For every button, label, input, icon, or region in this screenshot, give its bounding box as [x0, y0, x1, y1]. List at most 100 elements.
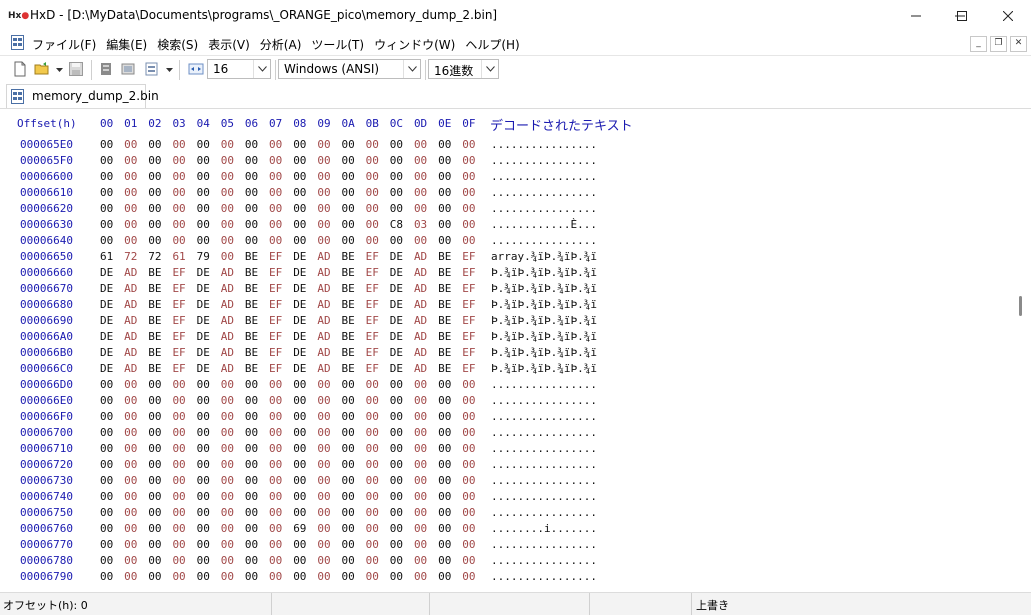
- hex-byte[interactable]: 00: [462, 426, 475, 439]
- decoded-text[interactable]: ............È...: [491, 218, 597, 231]
- hex-byte[interactable]: AD: [221, 282, 234, 295]
- hex-byte[interactable]: 00: [342, 506, 355, 519]
- hex-byte[interactable]: 00: [390, 490, 403, 503]
- hex-byte[interactable]: 03: [414, 218, 427, 231]
- hex-byte[interactable]: 00: [221, 570, 234, 583]
- decoded-text[interactable]: ................: [491, 170, 597, 183]
- hex-byte[interactable]: 00: [124, 538, 137, 551]
- hex-byte[interactable]: AD: [124, 362, 137, 375]
- hex-byte[interactable]: 00: [172, 522, 185, 535]
- new-file-icon[interactable]: [12, 61, 28, 77]
- hex-byte[interactable]: 00: [293, 426, 306, 439]
- hex-byte[interactable]: EF: [269, 282, 282, 295]
- hex-byte[interactable]: 00: [172, 458, 185, 471]
- hex-row[interactable]: 00006730 00 00 00 00 00 00 00 00 00 00 00 00 00 00 00 00…: [0, 474, 1018, 490]
- hex-byte[interactable]: 00: [172, 554, 185, 567]
- hex-byte[interactable]: EF: [269, 314, 282, 327]
- hex-byte[interactable]: 00: [390, 394, 403, 407]
- hex-byte[interactable]: 00: [148, 170, 161, 183]
- hex-row[interactable]: 00006750 00 00 00 00 00 00 00 00 00 00 00 00 00 00 00 00…: [0, 506, 1018, 522]
- hex-byte[interactable]: 00: [197, 202, 210, 215]
- hex-byte[interactable]: EF: [366, 282, 379, 295]
- hex-byte[interactable]: 00: [100, 218, 113, 231]
- hex-byte[interactable]: 00: [414, 170, 427, 183]
- hex-byte[interactable]: 00: [197, 522, 210, 535]
- save-icon[interactable]: [68, 61, 84, 77]
- hex-byte[interactable]: 00: [221, 250, 234, 263]
- hex-byte[interactable]: 00: [197, 186, 210, 199]
- hex-byte[interactable]: 00: [293, 474, 306, 487]
- hex-byte[interactable]: 00: [317, 202, 330, 215]
- hex-byte[interactable]: 00: [293, 538, 306, 551]
- hex-byte[interactable]: DE: [100, 314, 113, 327]
- hex-byte[interactable]: EF: [172, 330, 185, 343]
- hex-byte[interactable]: EF: [462, 250, 475, 263]
- hex-byte[interactable]: 00: [462, 170, 475, 183]
- hex-byte[interactable]: 00: [414, 426, 427, 439]
- hex-byte[interactable]: 00: [438, 522, 451, 535]
- hex-byte[interactable]: 00: [414, 506, 427, 519]
- hex-byte[interactable]: 00: [269, 170, 282, 183]
- hex-byte[interactable]: 00: [366, 474, 379, 487]
- hex-byte[interactable]: 00: [366, 442, 379, 455]
- hex-byte[interactable]: 00: [245, 186, 258, 199]
- hex-byte[interactable]: 00: [221, 138, 234, 151]
- hex-byte[interactable]: DE: [100, 346, 113, 359]
- hex-byte[interactable]: 00: [172, 234, 185, 247]
- hex-byte[interactable]: 00: [414, 234, 427, 247]
- hex-byte[interactable]: 00: [245, 522, 258, 535]
- hex-byte[interactable]: 00: [366, 234, 379, 247]
- hex-byte[interactable]: 00: [317, 138, 330, 151]
- hex-byte[interactable]: BE: [245, 330, 258, 343]
- hex-byte[interactable]: 00: [317, 218, 330, 231]
- hex-byte[interactable]: 00: [269, 154, 282, 167]
- hex-byte[interactable]: 00: [148, 490, 161, 503]
- hex-byte[interactable]: 72: [148, 250, 161, 263]
- hex-row[interactable]: 00006720 00 00 00 00 00 00 00 00 00 00 00 00 00 00 00 00…: [0, 458, 1018, 474]
- hex-byte[interactable]: 00: [245, 554, 258, 567]
- hex-byte[interactable]: 00: [100, 202, 113, 215]
- hex-byte[interactable]: EF: [269, 250, 282, 263]
- hex-byte[interactable]: 00: [269, 554, 282, 567]
- hex-byte[interactable]: 00: [414, 554, 427, 567]
- hex-byte[interactable]: DE: [100, 298, 113, 311]
- hex-byte[interactable]: 00: [342, 394, 355, 407]
- hex-byte[interactable]: 00: [100, 426, 113, 439]
- hex-byte[interactable]: 00: [245, 202, 258, 215]
- hex-byte[interactable]: 00: [342, 138, 355, 151]
- hex-byte[interactable]: 00: [414, 138, 427, 151]
- hex-byte[interactable]: 00: [414, 394, 427, 407]
- hex-byte[interactable]: 00: [438, 570, 451, 583]
- hex-byte[interactable]: AD: [124, 298, 137, 311]
- hex-byte[interactable]: BE: [245, 282, 258, 295]
- hex-byte[interactable]: 00: [172, 538, 185, 551]
- decoded-text[interactable]: ................: [491, 506, 597, 519]
- hex-byte[interactable]: 00: [438, 474, 451, 487]
- hex-byte[interactable]: 00: [438, 458, 451, 471]
- hex-byte[interactable]: 00: [221, 394, 234, 407]
- hex-byte[interactable]: 00: [293, 186, 306, 199]
- hex-byte[interactable]: 69: [293, 522, 306, 535]
- hex-byte[interactable]: 00: [100, 522, 113, 535]
- hex-byte[interactable]: BE: [438, 282, 451, 295]
- decoded-text[interactable]: ................: [491, 410, 597, 423]
- hex-byte[interactable]: EF: [462, 314, 475, 327]
- hex-byte[interactable]: 00: [100, 570, 113, 583]
- hex-byte[interactable]: 00: [462, 554, 475, 567]
- hex-byte[interactable]: 00: [366, 522, 379, 535]
- hex-byte[interactable]: 00: [245, 442, 258, 455]
- hex-byte[interactable]: 00: [438, 154, 451, 167]
- hex-byte[interactable]: DE: [197, 282, 210, 295]
- hex-byte[interactable]: BE: [342, 314, 355, 327]
- hex-row[interactable]: 00006680 DE AD BE EF DE AD BE EF DE AD BE EF DE AD BE EF…: [0, 298, 1018, 314]
- hex-byte[interactable]: 00: [414, 570, 427, 583]
- hex-byte[interactable]: DE: [293, 314, 306, 327]
- disk-icon[interactable]: [98, 61, 114, 77]
- hex-byte[interactable]: 00: [124, 570, 137, 583]
- hex-byte[interactable]: 00: [317, 506, 330, 519]
- hex-byte[interactable]: 00: [317, 234, 330, 247]
- hex-byte[interactable]: AD: [124, 314, 137, 327]
- hex-byte[interactable]: 00: [221, 522, 234, 535]
- hex-byte[interactable]: 00: [100, 554, 113, 567]
- hex-byte[interactable]: EF: [366, 330, 379, 343]
